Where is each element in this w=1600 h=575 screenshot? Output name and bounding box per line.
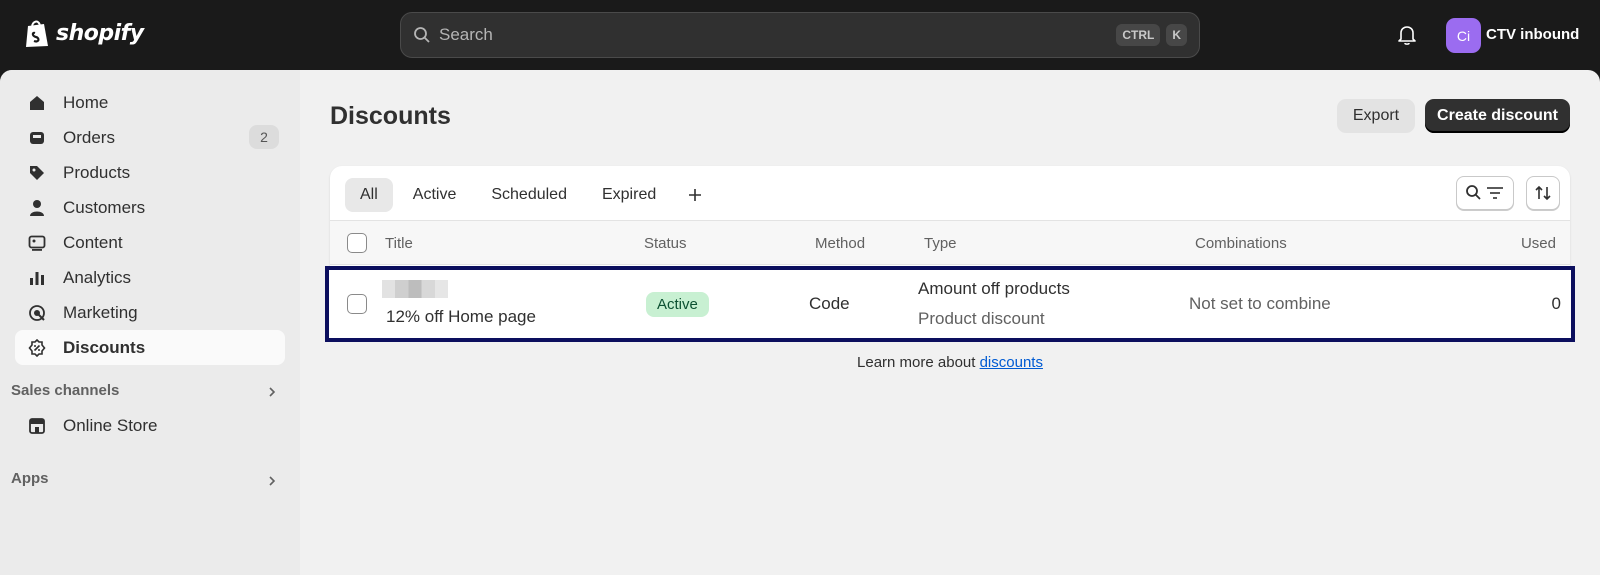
store-icon	[27, 416, 47, 436]
sidebar-item-label: Home	[63, 92, 109, 112]
search-filter-button[interactable]	[1456, 176, 1514, 210]
sidebar-item-online-store[interactable]: Online Store	[15, 408, 285, 443]
sidebar-item-marketing[interactable]: Marketing	[15, 295, 285, 330]
home-icon	[27, 93, 47, 113]
orders-icon	[27, 128, 47, 148]
sidebar-item-label: Customers	[63, 197, 146, 217]
plus-icon	[689, 189, 702, 201]
discount-method: Code	[809, 294, 850, 313]
search-bar[interactable]: Search CTRL K	[400, 12, 1200, 58]
learn-more-text: Learn more about discounts	[330, 354, 1570, 371]
avatar[interactable]: Ci	[1446, 18, 1481, 53]
discount-type: Amount off products	[918, 279, 1070, 298]
col-method[interactable]: Method	[815, 235, 865, 252]
discount-used-count: 0	[1551, 294, 1561, 313]
col-used[interactable]: Used	[1521, 235, 1556, 252]
search-icon	[414, 27, 430, 43]
col-combinations[interactable]: Combinations	[1195, 235, 1287, 252]
table-header: Title Status Method Type Combinations Us…	[330, 220, 1570, 265]
bell-icon[interactable]	[1396, 24, 1418, 46]
page-title: Discounts	[330, 102, 451, 130]
chevron-right-icon[interactable]	[266, 386, 278, 398]
sidebar-item-products[interactable]: Products	[15, 155, 285, 190]
app-frame: Home Orders 2 Products Customers Content…	[0, 70, 1600, 575]
col-status[interactable]: Status	[644, 235, 687, 252]
brand-name: shopify	[56, 20, 144, 46]
bar-chart-icon	[27, 268, 47, 288]
content-icon	[27, 233, 47, 253]
create-discount-button[interactable]: Create discount	[1425, 99, 1570, 133]
sales-channels-heading[interactable]: Sales channels	[11, 382, 119, 399]
tag-icon	[27, 163, 47, 183]
apps-heading[interactable]: Apps	[11, 470, 49, 487]
table-row[interactable]: 12% off Home page Active Code Amount off…	[325, 266, 1575, 342]
sidebar-item-content[interactable]: Content	[15, 225, 285, 260]
shortcut-key-k: K	[1166, 24, 1187, 46]
learn-more-prefix: Learn more about	[857, 354, 980, 371]
sidebar-item-label: Marketing	[63, 302, 138, 322]
sidebar-item-label: Analytics	[63, 267, 132, 287]
search-placeholder: Search	[439, 25, 493, 44]
shopify-bag-icon	[26, 20, 48, 47]
search-filter-icon	[1466, 185, 1503, 200]
sort-button[interactable]	[1526, 176, 1560, 210]
tab-scheduled[interactable]: Scheduled	[476, 178, 582, 212]
status-badge: Active	[646, 292, 709, 317]
export-button[interactable]: Export	[1337, 99, 1415, 133]
redacted-code	[382, 280, 448, 298]
discounts-help-link[interactable]: discounts	[980, 354, 1043, 371]
sidebar: Home Orders 2 Products Customers Content…	[0, 70, 300, 575]
discount-type-sub: Product discount	[918, 309, 1045, 328]
sidebar-item-orders[interactable]: Orders 2	[15, 120, 285, 155]
sidebar-item-home[interactable]: Home	[15, 85, 285, 120]
row-checkbox[interactable]	[347, 294, 367, 314]
sidebar-item-label: Content	[63, 232, 123, 252]
sidebar-item-analytics[interactable]: Analytics	[15, 260, 285, 295]
discount-title[interactable]: 12% off Home page	[386, 307, 536, 327]
target-icon	[27, 303, 47, 323]
sidebar-item-label: Discounts	[63, 337, 146, 357]
tab-all[interactable]: All	[345, 178, 393, 212]
col-type[interactable]: Type	[924, 235, 957, 252]
discounts-card: All Active Scheduled Expired Title Statu…	[325, 166, 1575, 342]
tab-active[interactable]: Active	[398, 178, 472, 212]
shopify-logo[interactable]: shopify	[24, 18, 144, 48]
col-title[interactable]: Title	[385, 235, 413, 252]
discount-icon	[27, 338, 47, 358]
chevron-right-icon[interactable]	[266, 475, 278, 487]
store-name[interactable]: CTV inbound	[1486, 26, 1579, 43]
sort-icon	[1535, 185, 1551, 201]
select-all-checkbox[interactable]	[347, 233, 367, 253]
add-view-button[interactable]	[676, 178, 714, 212]
tab-expired[interactable]: Expired	[587, 178, 671, 212]
sidebar-item-discounts[interactable]: Discounts	[15, 330, 285, 365]
shortcut-key-ctrl: CTRL	[1116, 24, 1161, 46]
sidebar-item-label: Online Store	[63, 415, 158, 435]
top-bar: shopify Search CTRL K Ci CTV inbound	[0, 0, 1600, 70]
orders-count-badge: 2	[249, 125, 279, 149]
sidebar-item-customers[interactable]: Customers	[15, 190, 285, 225]
filter-tabs: All Active Scheduled Expired	[345, 178, 719, 212]
discount-combinations: Not set to combine	[1189, 294, 1331, 313]
sidebar-item-label: Products	[63, 162, 131, 182]
person-icon	[27, 198, 47, 218]
sidebar-item-label: Orders	[63, 127, 115, 147]
